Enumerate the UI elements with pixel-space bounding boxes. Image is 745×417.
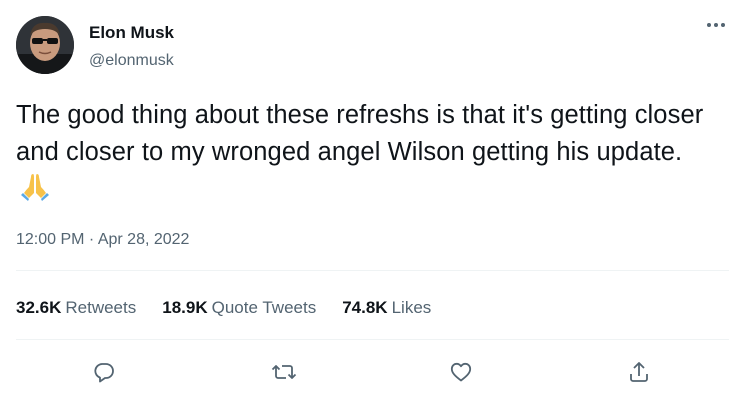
quote-tweets-stat[interactable]: 18.9K Quote Tweets: [162, 298, 316, 318]
tweet-stats: 32.6K Retweets 18.9K Quote Tweets 74.8K Lik…: [16, 298, 431, 318]
tweet-text: The good thing about these refreshs is t…: [16, 97, 721, 212]
like-button[interactable]: [441, 352, 481, 392]
reply-button[interactable]: [84, 352, 124, 392]
tweet-timestamp[interactable]: 12:00 PM · Apr 28, 2022: [16, 231, 189, 249]
likes-label: Likes: [391, 298, 432, 317]
author-name[interactable]: Elon Musk: [89, 23, 174, 43]
likes-stat[interactable]: 74.8K Likes: [342, 298, 431, 318]
share-button[interactable]: [619, 352, 659, 392]
more-button[interactable]: [705, 14, 727, 36]
tweet-body: The good thing about these refreshs is t…: [16, 101, 704, 166]
more-icon: [707, 23, 725, 27]
quote-tweets-count: 18.9K: [162, 298, 208, 317]
retweet-button[interactable]: [264, 352, 304, 392]
divider: [16, 339, 729, 340]
retweets-stat[interactable]: 32.6K Retweets: [16, 298, 136, 318]
reply-icon: [94, 363, 114, 383]
divider: [16, 270, 729, 271]
avatar-image: [16, 16, 74, 74]
quote-tweets-label: Quote Tweets: [211, 298, 317, 317]
action-bar: [0, 352, 745, 392]
author-handle[interactable]: @elonmusk: [89, 52, 174, 70]
retweets-count: 32.6K: [16, 298, 62, 317]
retweets-label: Retweets: [65, 298, 137, 317]
likes-count: 74.8K: [342, 298, 388, 317]
heart-icon: [450, 362, 472, 382]
avatar[interactable]: [16, 16, 74, 74]
retweet-icon: [271, 365, 297, 379]
folded-hands-icon: [20, 171, 50, 212]
share-icon: [630, 362, 648, 382]
